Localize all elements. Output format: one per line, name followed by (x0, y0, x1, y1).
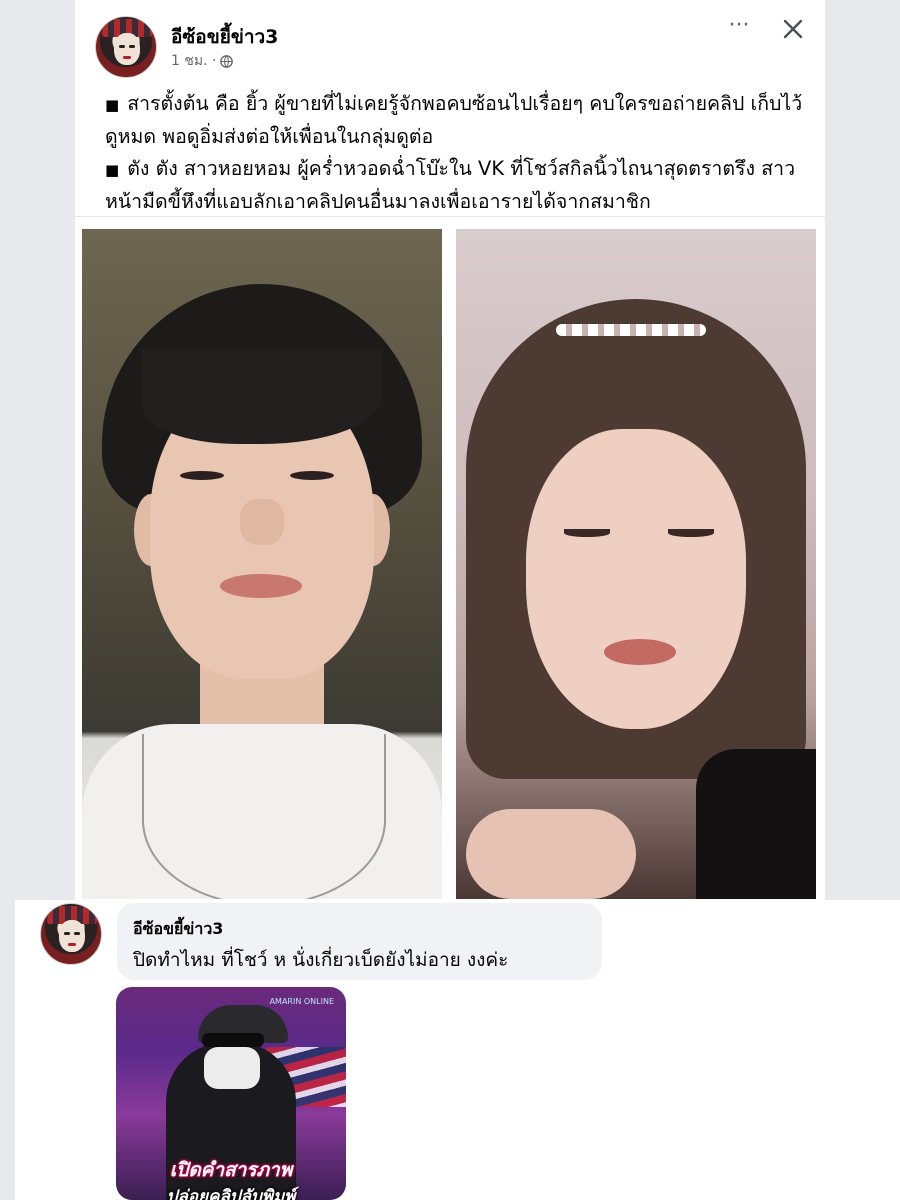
attachment-subcaption: ปล่อยคลิปลับพิมพ์ (166, 1187, 296, 1200)
close-icon[interactable] (778, 14, 808, 44)
more-options-icon[interactable]: ··· (725, 15, 753, 44)
avatar-eye (129, 45, 135, 48)
comment-image-attachment[interactable]: AMARIN ONLINE เปิดคำสารภาพ ปล่อยคลิปลับพ… (116, 987, 346, 1200)
post-photo-left[interactable] (82, 229, 442, 899)
post-paragraph: ■ สารตั้งต้น คือ ยิ้ว ผู้ขายที่ไม่เคยรู้จ… (105, 88, 805, 153)
post-photo-right[interactable] (456, 229, 816, 899)
photo-hair-clip (556, 324, 706, 336)
photo-top (696, 749, 816, 899)
attachment-sunglasses (202, 1033, 264, 1047)
photo-hand (466, 809, 636, 899)
attachment-caption: เปิดคำสารภาพ (169, 1159, 293, 1181)
comment-bubble: อีซ้อขยี้ข่าว3 ปิดทำไหม ที่โชว์ ห นั่งเก… (117, 903, 602, 980)
post-body: ■ สารตั้งต้น คือ ยิ้ว ผู้ขายที่ไม่เคยรู้จ… (105, 88, 805, 218)
post-timestamp[interactable]: 1 ชม. · (171, 50, 216, 72)
avatar-eye (64, 932, 70, 935)
post-meta: 1 ชม. · (171, 50, 234, 72)
post-author-avatar[interactable] (95, 16, 157, 78)
divider (75, 216, 825, 217)
photo-necklace (142, 734, 386, 899)
photo-eye (668, 529, 714, 537)
photo-mouth (220, 574, 302, 598)
comment-text: ปิดทำไหม ที่โชว์ ห นั่งเกี่ยวเบ็ดยังไม่อ… (133, 949, 509, 971)
photo-eye (290, 471, 334, 480)
post-author-name[interactable]: อีซ้อขยี้ข่าว3 (171, 22, 278, 52)
avatar-face (59, 920, 85, 952)
post-paragraph-text: สารตั้งต้น คือ ยิ้ว ผู้ขายที่ไม่เคยรู้จั… (105, 92, 803, 148)
avatar-face (114, 33, 140, 65)
post-paragraph: ■ ตัง ตัง สาวหอยหอม ผู้คร่ำหวอดฉ่ำโบ๊ะใน … (105, 153, 805, 218)
photo-fringe (142, 349, 382, 444)
attachment-face-mask (204, 1047, 260, 1089)
attachment-logo: AMARIN ONLINE (269, 997, 334, 1006)
comment-author-avatar[interactable] (40, 903, 102, 965)
post-card: อีซ้อขยี้ข่าว3 1 ชม. · ··· ■ สารตั้งต้น ค… (75, 0, 825, 900)
avatar-mouth (123, 56, 131, 59)
avatar-eye (74, 932, 80, 935)
avatar-eye (119, 45, 125, 48)
comment: อีซ้อขยี้ข่าว3 ปิดทำไหม ที่โชว์ ห นั่งเก… (15, 900, 900, 1200)
photo-eye (180, 471, 224, 480)
bullet-icon: ■ (105, 96, 120, 114)
post-paragraph-text: ตัง ตัง สาวหอยหอม ผู้คร่ำหวอดฉ่ำโบ๊ะใน V… (105, 157, 796, 213)
globe-icon (220, 54, 234, 68)
avatar-mouth (68, 943, 76, 946)
comment-author-name[interactable]: อีซ้อขยี้ข่าว3 (133, 917, 223, 942)
photo-mouth (604, 639, 676, 665)
photo-nose (240, 499, 284, 545)
photo-face (526, 429, 746, 729)
bullet-icon: ■ (105, 161, 120, 179)
photo-eye (564, 529, 610, 537)
